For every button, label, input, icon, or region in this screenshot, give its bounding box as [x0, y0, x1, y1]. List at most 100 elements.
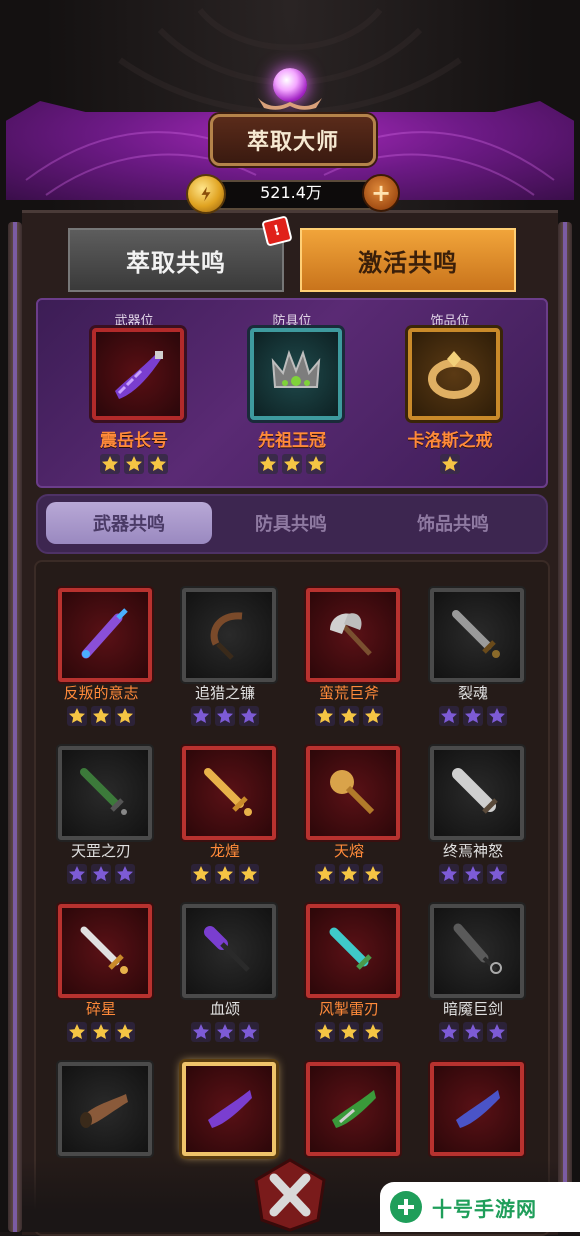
star-icon — [487, 1022, 507, 1042]
gold-sword-icon — [182, 746, 276, 840]
star-rating — [294, 706, 404, 726]
weapon-slot[interactable]: 武器位 震岳长号 — [74, 310, 194, 486]
star-icon — [215, 706, 235, 726]
star-icon — [124, 454, 144, 474]
star-icon — [315, 864, 335, 884]
item-name: 暗魇巨剑 — [442, 1000, 503, 1018]
resonance-item[interactable]: 暗魇巨剑 — [418, 904, 528, 1054]
resonance-item[interactable]: 裂魂 — [418, 588, 528, 738]
star-icon — [463, 864, 483, 884]
title-plate: 萃取大师 — [210, 114, 376, 166]
star-rating — [46, 864, 156, 884]
star-icon — [487, 706, 507, 726]
resonance-item[interactable]: 终焉神怒 — [418, 746, 528, 896]
green-horn-icon — [306, 1062, 400, 1156]
item-name: 天熔 — [333, 842, 364, 860]
star-icon — [91, 706, 111, 726]
tab-extract-resonance[interactable]: 萃取共鸣 — [68, 228, 284, 292]
star-icon — [440, 454, 460, 474]
star-icon — [439, 1022, 459, 1042]
resonance-item[interactable]: 追猎之镰 — [170, 588, 280, 738]
star-icon — [100, 454, 120, 474]
star-icon — [239, 1022, 259, 1042]
frame-left — [8, 222, 22, 1232]
resonance-item[interactable]: 蛮荒巨斧 — [294, 588, 404, 738]
star-rating — [170, 706, 280, 726]
spiked-mace-icon — [58, 588, 152, 682]
tab-accessory-resonance[interactable]: 饰品共鸣 — [370, 502, 536, 544]
star-icon — [67, 1022, 87, 1042]
star-rating — [294, 1022, 404, 1042]
resonance-subtabs: 武器共鸣 防具共鸣 饰品共鸣 — [36, 494, 548, 554]
horn-icon — [92, 328, 184, 420]
slot-label: 武器位 — [114, 314, 154, 329]
star-icon — [67, 864, 87, 884]
resonance-item[interactable]: 龙煌 — [170, 746, 280, 896]
star-rating — [294, 864, 404, 884]
star-icon — [191, 1022, 211, 1042]
blue-horn-icon — [430, 1062, 524, 1156]
tab-armor-resonance[interactable]: 防具共鸣 — [208, 502, 374, 544]
star-rating — [418, 864, 528, 884]
purple-horn-icon — [182, 1062, 276, 1156]
resonance-item[interactable]: 碎星 — [46, 904, 156, 1054]
tab-activate-resonance[interactable]: 激活共鸣 — [300, 228, 516, 292]
star-rating — [390, 454, 510, 474]
star-rating — [46, 1022, 156, 1042]
green-sword-icon — [58, 746, 152, 840]
item-name: 天罡之刃 — [70, 842, 131, 860]
close-x-icon[interactable] — [252, 1158, 328, 1232]
dagger-icon — [430, 588, 524, 682]
resonance-item[interactable]: 风掣雷刃 — [294, 904, 404, 1054]
currency-amount: 521.4万 — [260, 183, 322, 202]
frame-right — [558, 222, 572, 1232]
slot-item-name: 先祖王冠 — [258, 431, 326, 451]
item-name: 龙煌 — [209, 842, 240, 860]
star-icon — [339, 864, 359, 884]
star-icon — [115, 864, 135, 884]
crown-icon — [250, 328, 342, 420]
plus-icon[interactable]: + — [362, 174, 400, 212]
item-name: 反叛的意志 — [63, 684, 139, 702]
star-rating — [418, 706, 528, 726]
star-icon — [239, 706, 259, 726]
resonance-item[interactable]: 天熔 — [294, 746, 404, 896]
star-icon — [363, 1022, 383, 1042]
star-icon — [191, 864, 211, 884]
star-icon — [339, 706, 359, 726]
star-icon — [306, 454, 326, 474]
watermark: 十号手游网 — [380, 1182, 580, 1232]
star-rating — [232, 454, 352, 474]
watermark-text: 十号手游网 — [432, 1196, 537, 1221]
star-icon — [439, 706, 459, 726]
star-icon — [487, 864, 507, 884]
star-rating — [170, 1022, 280, 1042]
star-rating — [170, 864, 280, 884]
resonance-item[interactable]: 血颂 — [170, 904, 280, 1054]
slot-label: 饰品位 — [430, 314, 470, 329]
gold-coin-icon — [186, 174, 226, 214]
star-icon — [363, 864, 383, 884]
slot-item-name: 震岳长号 — [100, 431, 168, 451]
great-sword-icon — [430, 746, 524, 840]
silver-sword-icon — [58, 904, 152, 998]
star-icon — [115, 706, 135, 726]
star-icon — [258, 454, 278, 474]
star-icon — [315, 706, 335, 726]
item-name: 血颂 — [209, 1000, 240, 1018]
currency-bar: 521.4万 + — [186, 172, 400, 214]
armor-slot[interactable]: 防具位 先祖王冠 — [232, 310, 352, 486]
item-name: 追猎之镰 — [194, 684, 255, 702]
equipped-slots: 武器位 震岳长号 防具位 先祖王冠 饰品位 卡洛斯之戒 — [36, 298, 548, 488]
star-icon — [215, 1022, 235, 1042]
sickle-icon — [182, 588, 276, 682]
star-rating — [418, 1022, 528, 1042]
tab-label: 激活共鸣 — [358, 248, 458, 277]
tab-weapon-resonance[interactable]: 武器共鸣 — [46, 502, 212, 544]
resonance-item[interactable]: 反叛的意志 — [46, 588, 156, 738]
resonance-item[interactable]: 天罡之刃 — [46, 746, 156, 896]
item-name: 碎星 — [85, 1000, 116, 1018]
star-icon — [315, 1022, 335, 1042]
gold-mace-icon — [306, 746, 400, 840]
accessory-slot[interactable]: 饰品位 卡洛斯之戒 — [390, 310, 510, 486]
